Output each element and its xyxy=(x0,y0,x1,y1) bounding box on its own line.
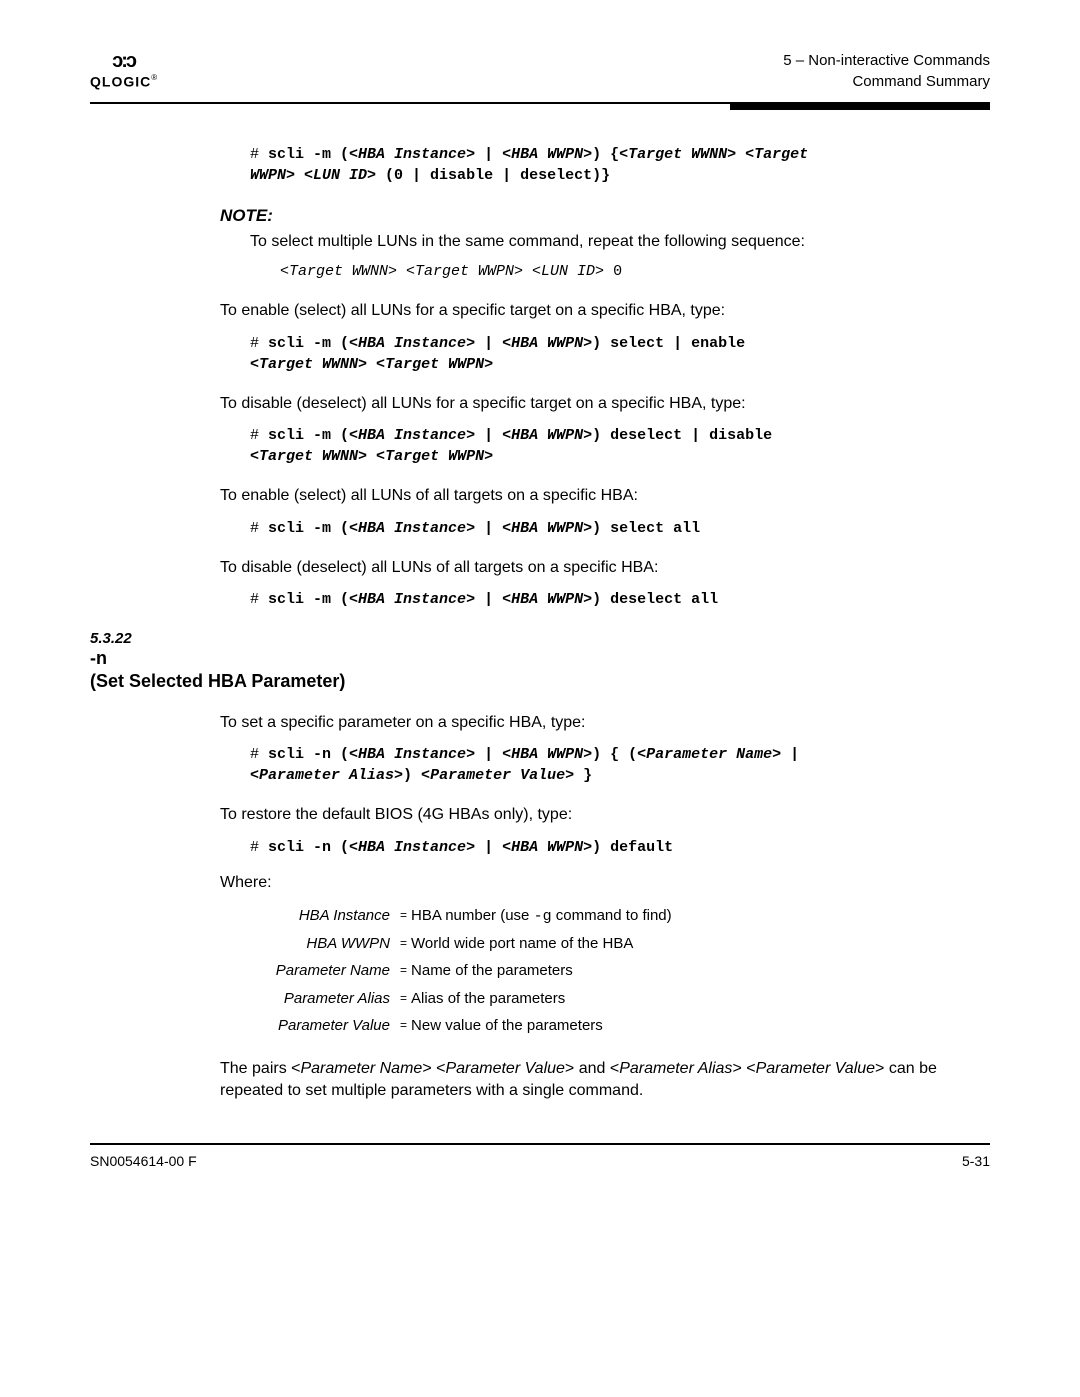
def-desc: Name of the parameters xyxy=(411,957,573,985)
command-block-1: # scli -m (<HBA Instance> | <HBA WWPN>) … xyxy=(250,144,990,186)
header-bar xyxy=(730,102,990,110)
def-desc: World wide port name of the HBA xyxy=(411,930,633,958)
def-desc: Alias of the parameters xyxy=(411,985,565,1013)
page-footer: SN0054614-00 F 5-31 xyxy=(90,1143,990,1169)
def-term: Parameter Alias xyxy=(250,985,396,1013)
def-term: Parameter Value xyxy=(250,1012,396,1040)
note-code: <Target WWNN> <Target WWPN> <LUN ID> 0 xyxy=(280,261,990,282)
def-term: HBA WWPN xyxy=(250,930,396,958)
command-block-4: # scli -m (<HBA Instance> | <HBA WWPN>) … xyxy=(250,518,990,539)
def-term: Parameter Name xyxy=(250,957,396,985)
command-block-5: # scli -m (<HBA Instance> | <HBA WWPN>) … xyxy=(250,589,990,610)
para-set-param: To set a specific parameter on a specifi… xyxy=(220,712,990,734)
page-number: 5-31 xyxy=(962,1153,990,1169)
page-header: ɔ:ɔ QLOGIC® 5 – Non-interactive Commands… xyxy=(90,50,990,104)
def-row: Parameter Alias = Alias of the parameter… xyxy=(250,985,990,1013)
logo-text: QLOGIC xyxy=(90,74,151,90)
def-row: HBA WWPN = World wide port name of the H… xyxy=(250,930,990,958)
def-desc: New value of the parameters xyxy=(411,1012,603,1040)
doc-number: SN0054614-00 F xyxy=(90,1153,197,1169)
content: # scli -m (<HBA Instance> | <HBA WWPN>) … xyxy=(90,104,990,1103)
chapter-label: 5 – Non-interactive Commands xyxy=(783,50,990,71)
para-restore-default: To restore the default BIOS (4G HBAs onl… xyxy=(220,804,990,826)
command-block-3: # scli -m (<HBA Instance> | <HBA WWPN>) … xyxy=(250,425,990,467)
command-block-6: # scli -n (<HBA Instance> | <HBA WWPN>) … xyxy=(250,744,990,786)
logo-mark-icon: ɔ:ɔ xyxy=(90,50,157,73)
note-text: To select multiple LUNs in the same comm… xyxy=(250,233,805,250)
where-label: Where: xyxy=(220,874,990,892)
command-block-2: # scli -m (<HBA Instance> | <HBA WWPN>) … xyxy=(250,333,990,375)
def-term: HBA Instance xyxy=(250,902,396,930)
def-row: Parameter Value = New value of the param… xyxy=(250,1012,990,1040)
header-right: 5 – Non-interactive Commands Command Sum… xyxy=(783,50,990,92)
definition-table: HBA Instance = HBA number (use -g comman… xyxy=(250,902,990,1040)
para-enable-target: To enable (select) all LUNs for a specif… xyxy=(220,300,990,322)
para-enable-all: To enable (select) all LUNs of all targe… xyxy=(220,485,990,507)
para-disable-target: To disable (deselect) all LUNs for a spe… xyxy=(220,393,990,415)
def-row: HBA Instance = HBA number (use -g comman… xyxy=(250,902,990,930)
logo: ɔ:ɔ QLOGIC® xyxy=(90,50,157,91)
para-disable-all: To disable (deselect) all LUNs of all ta… xyxy=(220,557,990,579)
note-label: NOTE: xyxy=(220,206,990,226)
section-title: -n (Set Selected HBA Parameter) xyxy=(90,647,990,694)
def-row: Parameter Name = Name of the parameters xyxy=(250,957,990,985)
section-number: 5.3.22 xyxy=(90,630,990,647)
para-pairs: The pairs <Parameter Name> <Parameter Va… xyxy=(220,1058,990,1103)
note-body: To select multiple LUNs in the same comm… xyxy=(250,231,990,282)
def-desc: HBA number (use -g command to find) xyxy=(411,902,672,930)
command-block-7: # scli -n (<HBA Instance> | <HBA WWPN>) … xyxy=(250,837,990,858)
section-label: Command Summary xyxy=(783,71,990,92)
